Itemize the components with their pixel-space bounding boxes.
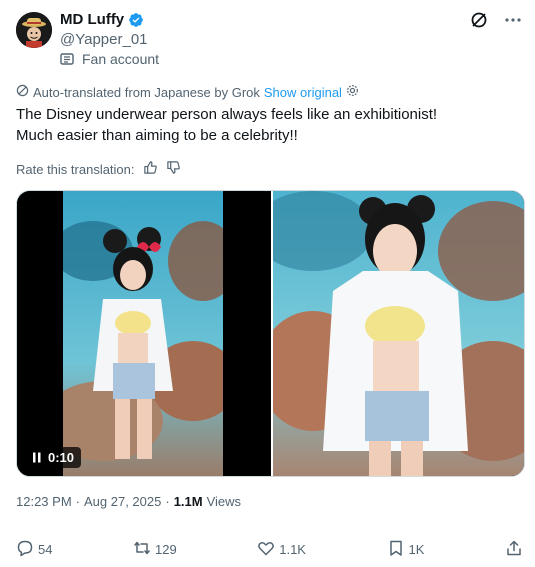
author-handle[interactable]: @Yapper_01 — [60, 31, 148, 49]
thumbs-up-icon[interactable] — [143, 160, 158, 178]
translate-icon — [16, 84, 29, 100]
tweet-text: The Disney underwear person always feels… — [16, 104, 521, 146]
tweet-text-line: The Disney underwear person always feels… — [16, 106, 438, 123]
tweet-meta: 12:23 PM · Aug 27, 2025 · 1.1M Views — [16, 494, 241, 509]
video-time: 0:10 — [48, 450, 75, 465]
rate-translation-label: Rate this translation: — [16, 161, 135, 177]
views-count: 1.1M — [173, 494, 203, 509]
author-name-row: MD Luffy — [60, 11, 144, 29]
reply-button[interactable]: 54 — [16, 539, 52, 560]
tweet-actions: 54 129 1.1K 1K — [16, 538, 523, 560]
verified-badge-icon[interactable] — [128, 12, 144, 28]
video-player[interactable]: 0:10 — [17, 191, 271, 476]
tweet-date[interactable]: Aug 27, 2025 — [84, 494, 161, 509]
pause-icon[interactable] — [32, 452, 42, 463]
author-display-name[interactable]: MD Luffy — [60, 11, 124, 29]
fan-account-text: Fan account — [82, 51, 160, 67]
tweet-top-actions — [469, 10, 523, 30]
heart-icon[interactable] — [257, 539, 275, 560]
fan-account-label: Fan account — [60, 51, 159, 67]
bookmark-count: 1K — [408, 541, 425, 557]
translation-settings-icon[interactable] — [346, 84, 359, 100]
repost-icon[interactable] — [133, 539, 151, 560]
grok-icon[interactable] — [469, 10, 489, 30]
fan-account-icon — [60, 52, 74, 66]
repost-count: 129 — [155, 541, 177, 557]
repost-button[interactable]: 129 — [133, 539, 177, 560]
share-icon[interactable] — [505, 539, 523, 560]
bookmark-icon[interactable] — [387, 539, 405, 560]
translation-notice: Auto-translated from Japanese by Grok Sh… — [16, 84, 359, 100]
media-image[interactable] — [273, 191, 524, 476]
rate-translation: Rate this translation: — [16, 160, 181, 178]
share-button[interactable] — [505, 539, 523, 560]
like-button[interactable]: 1.1K — [257, 539, 306, 560]
like-count: 1.1K — [279, 541, 306, 557]
thumbs-down-icon[interactable] — [166, 160, 181, 178]
views-label: Views — [206, 494, 242, 509]
video-timestamp-badge[interactable]: 0:10 — [25, 447, 82, 468]
video-frame[interactable] — [63, 191, 223, 476]
translation-notice-text: Auto-translated from Japanese by Grok — [33, 84, 260, 100]
meta-separator: · — [75, 494, 80, 509]
tweet-time[interactable]: 12:23 PM — [16, 494, 72, 509]
tweet-header: MD Luffy @Yapper_01 Fan account — [16, 10, 523, 70]
meta-separator: · — [165, 494, 170, 509]
show-original-link[interactable]: Show original — [264, 85, 342, 100]
tweet-text-line: Much easier than aiming to be a celebrit… — [16, 127, 298, 144]
media-container: 0:10 — [16, 190, 525, 477]
more-icon[interactable] — [503, 10, 523, 30]
avatar[interactable] — [16, 12, 52, 48]
reply-icon[interactable] — [16, 539, 34, 560]
reply-count: 54 — [38, 541, 53, 557]
bookmark-button[interactable]: 1K — [387, 539, 425, 560]
